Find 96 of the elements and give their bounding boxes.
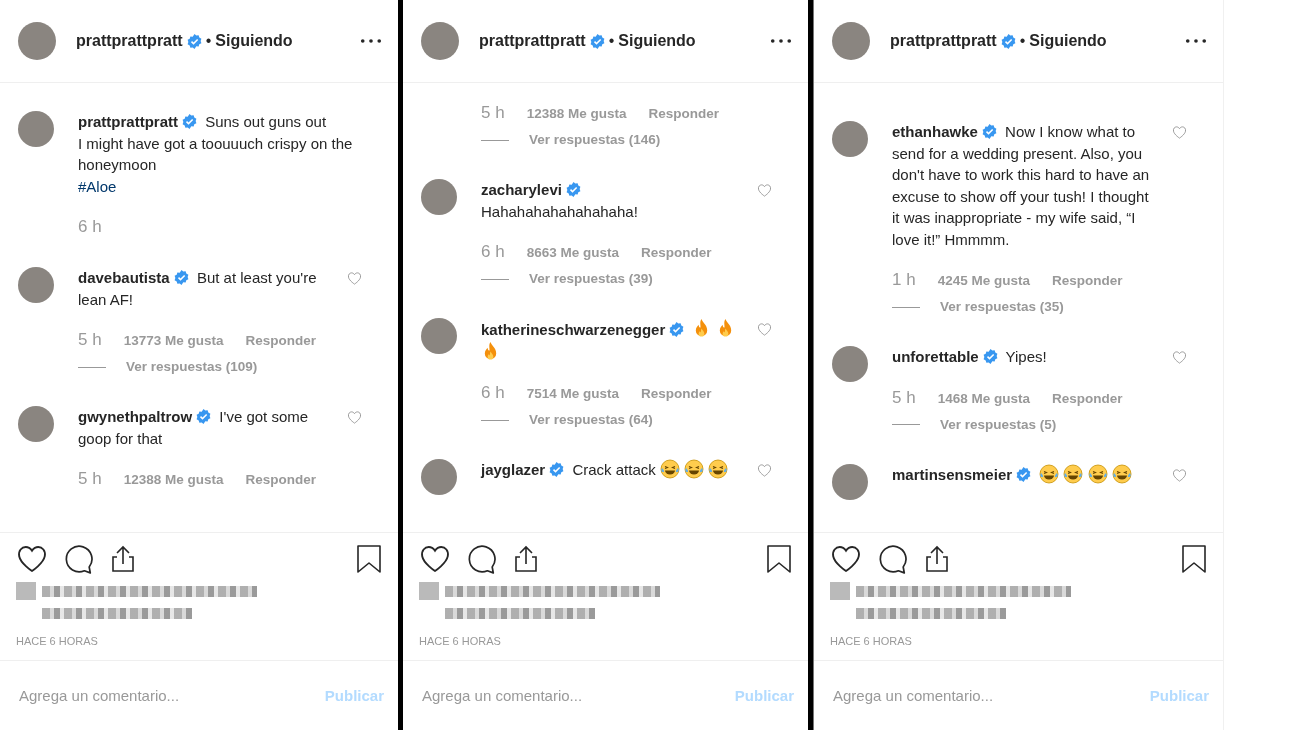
avatar-placeholder[interactable] [18, 406, 54, 442]
reply-button[interactable]: Responder [640, 385, 712, 403]
likes-count[interactable]: 8663 Me gusta [526, 244, 619, 262]
following-button[interactable]: Siguiendo [1029, 32, 1107, 50]
comment-time: 6 h [78, 217, 102, 237]
view-replies-button[interactable]: Ver respuestas (39) [529, 270, 653, 288]
avatar-placeholder[interactable] [832, 22, 870, 60]
avatar-placeholder[interactable] [832, 463, 868, 500]
username-link[interactable]: unforettable [892, 348, 979, 365]
view-replies-button[interactable]: Ver respuestas (35) [940, 298, 1064, 316]
username-link[interactable]: zacharylevi [481, 181, 562, 198]
post-timestamp: HACE 6 HORAS [419, 635, 502, 647]
comment-time: 6 h [481, 383, 505, 403]
heart-icon[interactable] [830, 543, 862, 575]
likes-count[interactable]: 1468 Me gusta [937, 389, 1030, 408]
reply-button[interactable]: Responder [245, 471, 316, 489]
hashtag-link[interactable]: #Aloe [78, 175, 382, 197]
laughing-face-icon [1039, 463, 1060, 484]
reply-button[interactable]: Responder [1051, 389, 1123, 408]
comment-time: 5 h [78, 330, 102, 350]
like-heart-icon[interactable] [756, 322, 772, 337]
comment-input[interactable]: Agrega un comentario... [17, 686, 325, 705]
laughing-face-icon [708, 459, 729, 479]
more-icon [360, 38, 382, 44]
reply-button[interactable]: Responder [648, 105, 719, 123]
avatar-placeholder[interactable] [832, 121, 868, 157]
bookmark-icon[interactable] [356, 544, 382, 574]
comment-text: jayglazer Crack attack [481, 459, 736, 481]
heart-icon[interactable] [16, 543, 48, 575]
laughing-face-icon [1111, 463, 1132, 484]
username-link[interactable]: katherineschwarzenegger [481, 321, 666, 338]
bookmark-icon[interactable] [766, 544, 792, 574]
comment-text: gwynethpaltrow I've got some goop for that [78, 407, 310, 449]
more-icon [770, 38, 792, 44]
like-heart-icon[interactable] [346, 410, 362, 425]
laughing-face-icon [1063, 463, 1084, 484]
comment-time: 5 h [892, 387, 916, 408]
avatar-placeholder[interactable] [421, 22, 459, 60]
avatar-placeholder[interactable] [832, 346, 868, 382]
separator-dot: • [1019, 32, 1026, 50]
comment-time: 1 h [892, 270, 916, 290]
username-link[interactable]: gwynethpaltrow [78, 408, 193, 425]
username-link[interactable]: prattprattpratt [76, 32, 183, 50]
avatar-placeholder[interactable] [18, 111, 54, 147]
separator-dot: • [205, 32, 212, 50]
comment-input[interactable]: Agrega un comentario... [831, 686, 1150, 705]
comment-text: zacharylevi Hahahahahahahahaha! [481, 180, 639, 222]
username-link[interactable]: davebautista [78, 269, 170, 286]
like-heart-icon[interactable] [756, 463, 772, 478]
following-button[interactable]: Siguiendo [215, 32, 293, 50]
avatar-placeholder[interactable] [421, 318, 457, 354]
username-link[interactable]: jayglazer [481, 461, 546, 478]
username-link[interactable]: martinsensmeier [892, 465, 1013, 483]
avatar-placeholder[interactable] [421, 459, 457, 495]
username-link[interactable]: prattprattpratt [479, 32, 586, 50]
comment-time: 5 h [481, 103, 505, 123]
bookmark-icon[interactable] [1181, 544, 1207, 574]
more-icon [1185, 38, 1207, 44]
likes-count[interactable]: 7514 Me gusta [526, 385, 619, 403]
like-heart-icon[interactable] [756, 183, 772, 198]
like-heart-icon[interactable] [346, 271, 362, 286]
username-link[interactable]: prattprattpratt [890, 32, 997, 50]
comment-time: 6 h [481, 242, 505, 262]
comment-time: 5 h [78, 469, 102, 489]
comment-text: prattprattpratt Suns out guns out I might have got a toouuuch crispy on the honeymoon #Aloe [78, 111, 382, 197]
view-replies-button[interactable]: Ver respuestas (5) [940, 415, 1057, 434]
reply-button[interactable]: Responder [245, 332, 316, 350]
view-replies-button[interactable]: Ver respuestas (146) [529, 131, 661, 149]
username-link[interactable]: prattprattpratt [78, 113, 178, 130]
heart-icon[interactable] [419, 543, 451, 575]
username-link[interactable]: ethanhawke [892, 123, 978, 140]
avatar-placeholder[interactable] [18, 267, 54, 303]
likes-count[interactable]: 4245 Me gusta [937, 272, 1030, 290]
post-timestamp: HACE 6 HORAS [16, 635, 99, 647]
reply-button[interactable]: Responder [640, 244, 712, 262]
reply-button[interactable]: Responder [1051, 272, 1123, 290]
following-button[interactable]: Siguiendo [618, 32, 696, 50]
comment-input[interactable]: Agrega un comentario... [420, 686, 735, 705]
laughing-face-icon [659, 459, 680, 479]
avatar-placeholder[interactable] [421, 179, 457, 215]
post-timestamp: HACE 6 HORAS [830, 635, 913, 647]
comment-text: unforettable Yipes! [892, 347, 1048, 367]
comment-text: ethanhawke Now I know what to send for a wedding present. Also, you don't have to work this hard to have an excuse to show off your tush! I thought it was inappropriate - my wife said, “I love it!” Hmmmm. [892, 122, 1151, 250]
like-heart-icon[interactable] [1171, 350, 1187, 365]
view-replies-button[interactable]: Ver respuestas (109) [126, 358, 258, 376]
like-heart-icon[interactable] [1171, 125, 1187, 140]
separator-dot: • [608, 32, 615, 50]
likes-count[interactable]: 12388 Me gusta [526, 105, 627, 123]
comment-text: davebautista But at least you're lean AF! [78, 268, 318, 310]
view-replies-button[interactable]: Ver respuestas (64) [529, 411, 653, 429]
laughing-face-icon [684, 459, 705, 479]
avatar-placeholder[interactable] [18, 22, 56, 60]
likes-count[interactable]: 13773 Me gusta [123, 332, 224, 350]
laughing-face-icon [1087, 463, 1108, 484]
like-heart-icon[interactable] [1171, 467, 1187, 483]
likes-count[interactable]: 12388 Me gusta [123, 471, 224, 489]
